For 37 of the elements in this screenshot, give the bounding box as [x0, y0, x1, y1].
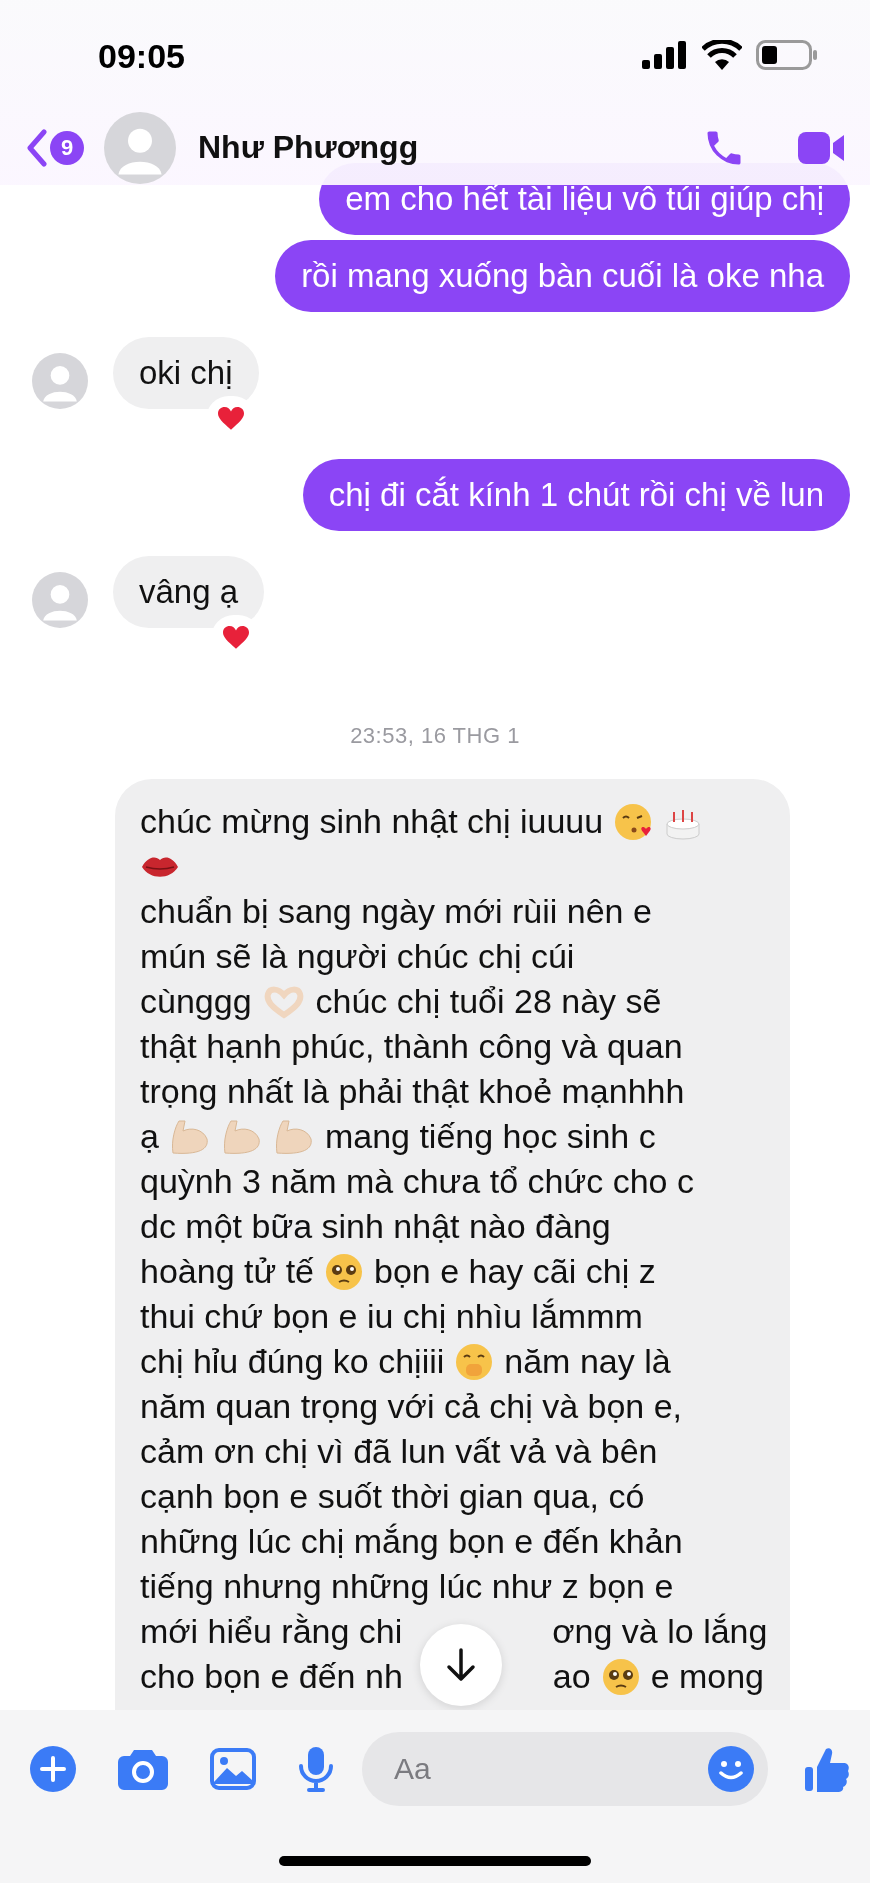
message-text: chúc mừng sinh nhật chị iuuuu [140, 802, 604, 841]
message-text: cảm ơn chị vì đã lun vất vả và bên [140, 1432, 658, 1471]
message-text: chúc chị tuổi 28 này sẽ [315, 982, 662, 1021]
message-text: bọn e hay cãi chị z [374, 1252, 656, 1291]
message-text: mún sẽ là người chúc chị cúi [140, 937, 575, 976]
message-text: cho bọn e đến nh [140, 1657, 403, 1696]
message-text: cạnh bọn e suốt thời gian qua, có [140, 1477, 645, 1516]
message-text: tiếng nhưng những lúc như z bọn e [140, 1567, 674, 1606]
clock-time: 09:05 [98, 36, 185, 76]
message-input-field[interactable]: Aa [362, 1732, 768, 1806]
message-text: năm nay là [504, 1342, 671, 1381]
message-text: ạ [140, 1117, 159, 1156]
message-text: hoàng tử tế [140, 1252, 314, 1291]
message-text: quỳnh 3 năm mà chưa tổ chức cho c [140, 1162, 694, 1201]
message-text: mang tiếng học sinh c [324, 1117, 656, 1156]
message-text: e mong [650, 1657, 765, 1696]
message-text: trọng nhất là phải thật khoẻ mạnhhh [140, 1072, 685, 1111]
message-text: ao [552, 1657, 591, 1696]
message-text: cùnggg [140, 982, 252, 1021]
contact-name: Như Phươngg [198, 129, 420, 166]
message-text: chuẩn bị sang ngày mới rùii nên e [140, 892, 652, 931]
timestamp: 23:53, 16 THG 1 [350, 723, 520, 749]
back-button[interactable]: 9 [26, 128, 84, 167]
message-text: những lúc chị mắng bọn e đến khản [140, 1522, 683, 1561]
message-text: thui chứ bọn e iu chị nhìu lắmmm [140, 1297, 643, 1336]
message-text: năm quan trọng với cả chị và bọn e, [140, 1387, 683, 1426]
message-text: ơng và lo lắng [552, 1612, 768, 1651]
message-bubble: rồi mang xuống bàn cuối là oke nha [275, 240, 850, 312]
message-text: dc một bữa sinh nhật nào đàng [140, 1207, 611, 1246]
unread-count-badge: 9 [50, 130, 84, 165]
message-input[interactable]: Aa [392, 1751, 708, 1787]
message-text: mới hiểu rằng chi [140, 1612, 403, 1651]
message-text: chị hỉu đúng ko chịiii [140, 1342, 445, 1381]
message-text: thật hạnh phúc, thành công và quan [140, 1027, 683, 1066]
message-bubble: oki chị [113, 337, 259, 409]
message-bubble: chị đi cắt kính 1 chút rồi chị về lun [302, 459, 850, 531]
message-bubble: vâng ạ [113, 556, 265, 628]
